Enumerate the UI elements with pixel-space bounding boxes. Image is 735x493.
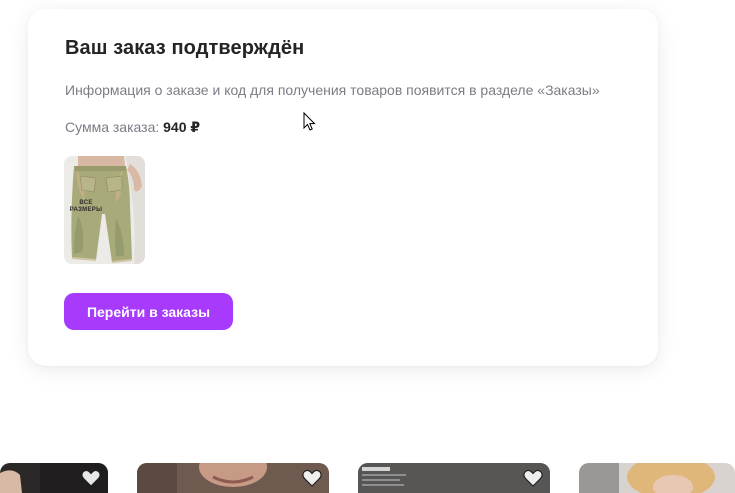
mouse-cursor-icon bbox=[303, 112, 316, 131]
order-info-text: Информация о заказе и код для получения … bbox=[65, 82, 600, 98]
go-to-orders-button[interactable]: Перейти в заказы bbox=[64, 293, 233, 330]
heart-icon[interactable] bbox=[302, 469, 322, 487]
heart-icon[interactable] bbox=[523, 469, 543, 487]
order-sum-label: Сумма заказа: bbox=[65, 119, 160, 135]
order-sum-value: 940 ₽ bbox=[163, 119, 201, 135]
product-thumbnail[interactable]: ВСЕ РАЗМЕРЫ bbox=[64, 156, 145, 264]
product-photo bbox=[358, 463, 550, 493]
recommendation-card[interactable] bbox=[358, 463, 550, 493]
product-image-overlay-text: ВСЕ РАЗМЕРЫ bbox=[69, 200, 103, 213]
heart-icon[interactable] bbox=[81, 469, 101, 487]
confirmation-title: Ваш заказ подтверждён bbox=[65, 37, 305, 59]
product-photo bbox=[137, 463, 329, 493]
recommendation-card[interactable] bbox=[0, 463, 108, 493]
product-photo bbox=[579, 463, 735, 493]
recommendation-card[interactable] bbox=[137, 463, 329, 493]
recommendation-card[interactable] bbox=[579, 463, 735, 493]
order-sum: Сумма заказа: 940 ₽ bbox=[65, 119, 200, 136]
order-confirmation-card: Ваш заказ подтверждён Информация о заказ… bbox=[28, 9, 658, 366]
